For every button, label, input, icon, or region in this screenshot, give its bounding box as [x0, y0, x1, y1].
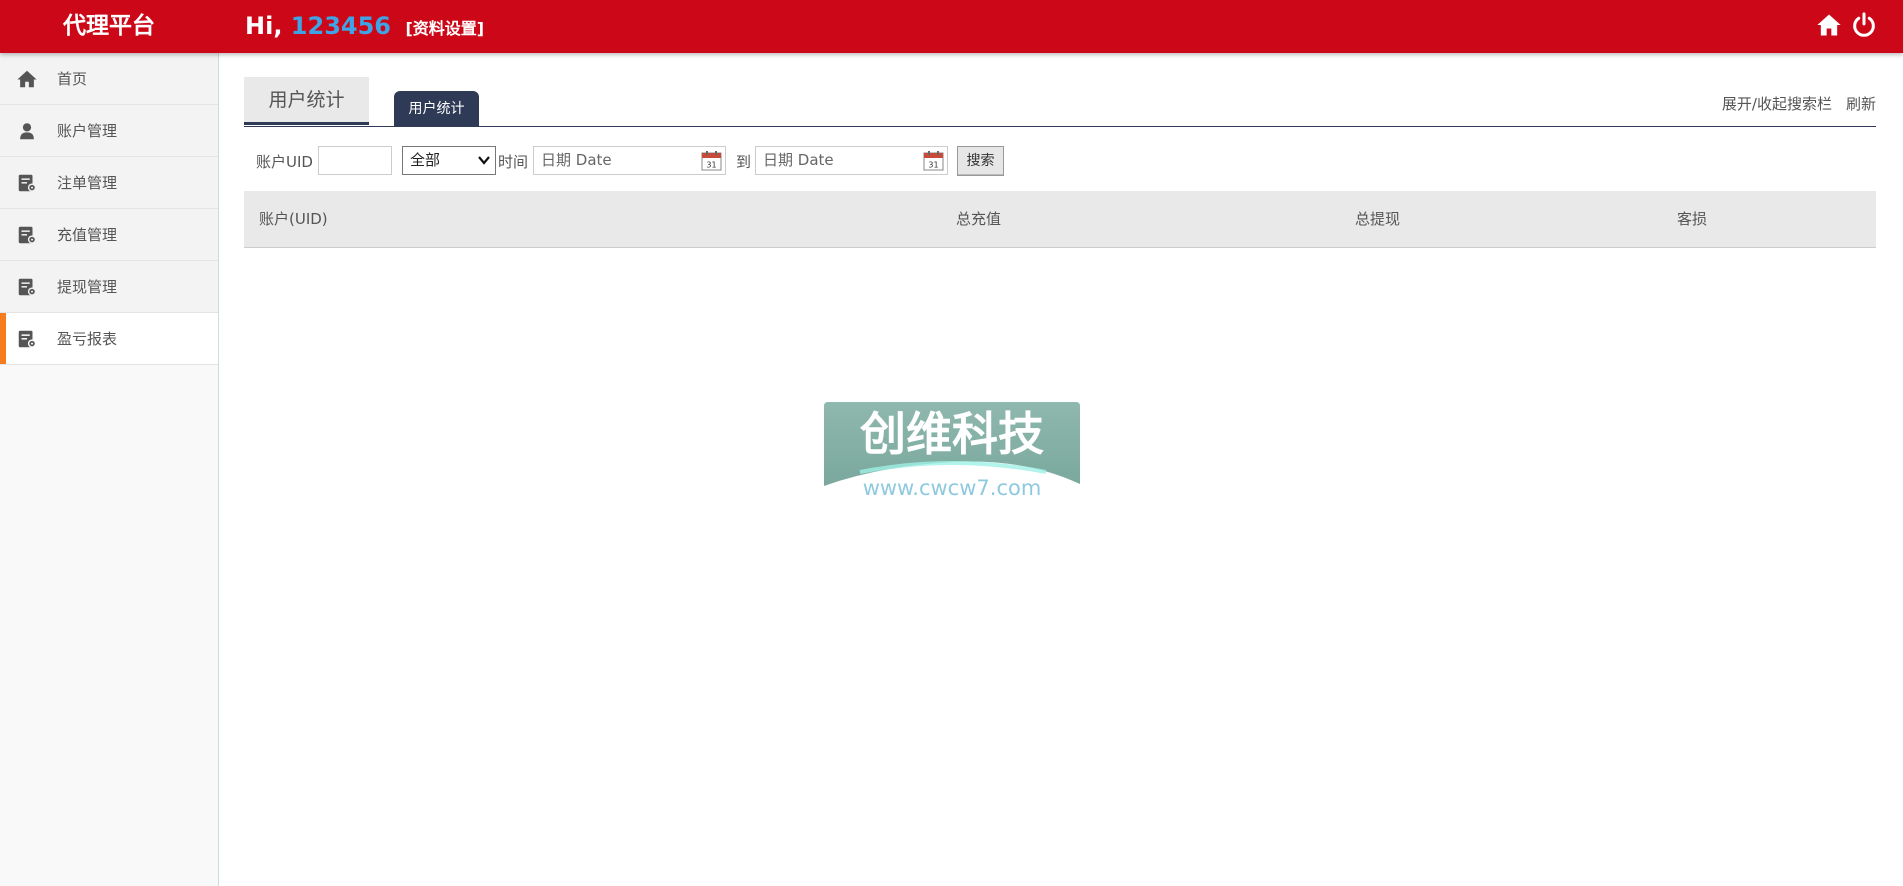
scope-select-value: 全部 [410, 151, 441, 169]
date-from-placeholder: 日期 Date [541, 151, 612, 169]
power-icon[interactable] [1850, 11, 1878, 39]
profile-settings-link[interactable]: [资料设置] [405, 19, 484, 38]
scope-select[interactable]: 全部 [402, 146, 496, 175]
uid-input[interactable] [318, 146, 392, 175]
sidebar-item-home[interactable]: 首页 [0, 53, 218, 105]
calendar-icon[interactable]: 31 [923, 150, 944, 171]
to-label: 到 [736, 153, 752, 171]
sidebar-item-accounts[interactable]: 账户管理 [0, 105, 218, 157]
uid-label: 账户UID [256, 153, 313, 171]
svg-text:31: 31 [928, 161, 938, 170]
date-to-input[interactable]: 日期 Date 31 [755, 146, 948, 175]
watermark-url: www.cwcw7.com [863, 476, 1042, 500]
greeting: Hi, 123456 [资料设置] [245, 9, 484, 43]
toggle-search-link[interactable]: 展开/收起搜索栏 [1722, 95, 1832, 113]
time-label: 时间 [498, 153, 529, 171]
sidebar: 首页 账户管理 注单管理 充值管理 提现管理 盈亏报表 [0, 53, 219, 886]
sidebar-item-withdraw[interactable]: 提现管理 [0, 261, 218, 313]
date-to-placeholder: 日期 Date [763, 151, 834, 169]
date-from-input[interactable]: 日期 Date 31 [533, 146, 726, 175]
sidebar-item-label: 充值管理 [57, 226, 118, 244]
watermark-title: 创维科技 [860, 407, 1044, 461]
user-icon [14, 118, 40, 144]
document-gear-icon [14, 170, 40, 196]
main-content: 用户统计 用户统计 展开/收起搜索栏 刷新 账户UID 全部 时间 日期 Date… [244, 53, 1876, 248]
sidebar-item-recharge[interactable]: 充值管理 [0, 209, 218, 261]
stats-table: 账户(UID) 总充值 总提现 客损 [244, 191, 1876, 248]
tab-actions: 展开/收起搜索栏 刷新 [1708, 93, 1876, 114]
svg-text:31: 31 [706, 161, 716, 170]
document-gear-icon [14, 274, 40, 300]
sidebar-item-bets[interactable]: 注单管理 [0, 157, 218, 209]
column-header-total-withdraw[interactable]: 总提现 [1355, 191, 1400, 248]
document-gear-icon [14, 326, 40, 352]
refresh-link[interactable]: 刷新 [1846, 95, 1876, 113]
sidebar-item-label: 首页 [57, 70, 88, 88]
document-gear-icon [14, 222, 40, 248]
table-header: 账户(UID) 总充值 总提现 客损 [244, 191, 1876, 248]
user-id: 123456 [290, 12, 391, 40]
sidebar-item-label: 盈亏报表 [57, 330, 118, 348]
sidebar-item-label: 注单管理 [57, 174, 118, 192]
watermark-logo: 创维科技 www.cwcw7.com [824, 398, 1080, 502]
chevron-down-icon [478, 156, 490, 165]
column-header-customer-loss[interactable]: 客损 [1677, 191, 1707, 248]
top-header: 代理平台 Hi, 123456 [资料设置] [0, 0, 1903, 53]
tab-bar: 用户统计 用户统计 展开/收起搜索栏 刷新 [244, 53, 1876, 127]
sidebar-item-label: 账户管理 [57, 122, 118, 140]
greeting-text: Hi, [245, 12, 291, 40]
column-header-uid[interactable]: 账户(UID) [259, 191, 328, 248]
search-button[interactable]: 搜索 [957, 146, 1004, 176]
home-icon [14, 66, 40, 92]
sidebar-item-profit-report[interactable]: 盈亏报表 [0, 313, 218, 365]
page-title: 用户统计 [244, 77, 369, 125]
search-bar: 账户UID 全部 时间 日期 Date 31 到 日期 Date 31 搜索 [244, 127, 1876, 191]
sidebar-item-label: 提现管理 [57, 278, 118, 296]
tab-user-stats[interactable]: 用户统计 [394, 91, 479, 127]
calendar-icon[interactable]: 31 [701, 150, 722, 171]
column-header-total-recharge[interactable]: 总充值 [956, 191, 1001, 248]
home-icon[interactable] [1815, 11, 1843, 39]
app-logo[interactable]: 代理平台 [0, 0, 218, 53]
